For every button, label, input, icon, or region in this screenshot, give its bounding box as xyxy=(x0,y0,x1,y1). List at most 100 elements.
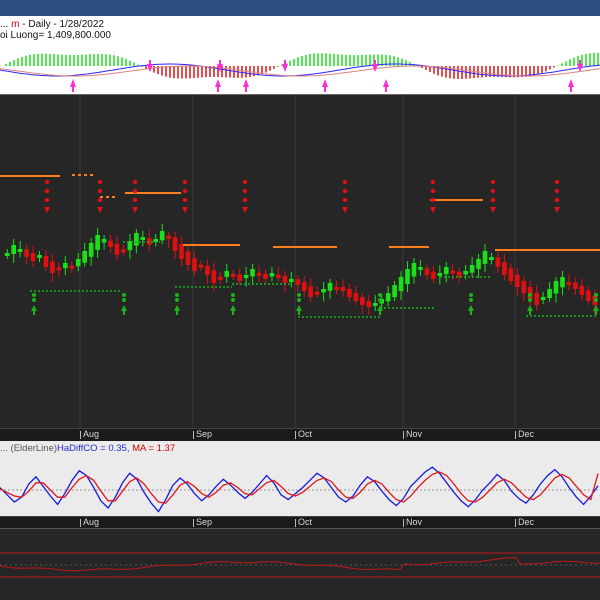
buy-signal-dot xyxy=(378,293,382,297)
candle xyxy=(463,271,468,275)
candle xyxy=(547,289,552,298)
sell-signal-dot xyxy=(342,188,348,194)
month-tick-nov: Nov xyxy=(402,429,423,439)
candle xyxy=(4,253,10,256)
month-tick-aug: Aug xyxy=(79,429,100,439)
buy-signal-dot xyxy=(469,298,473,302)
month-tick-sep: Sep xyxy=(192,517,213,527)
candle xyxy=(560,277,565,288)
oscillator-name: ... (ElderLine) xyxy=(0,443,58,454)
top-up-arrow-stem xyxy=(324,87,326,92)
buy-signal-dot xyxy=(122,293,126,297)
candle xyxy=(489,257,494,260)
candle xyxy=(172,237,178,251)
buy-signal-dot xyxy=(528,298,532,302)
buy-signal-dot xyxy=(469,293,473,297)
chart-window: ... m - Daily - 1/28/2022 oi Luong= 1,40… xyxy=(0,0,600,600)
sell-signal-dot xyxy=(490,197,496,203)
month-tick-dec: Dec xyxy=(514,429,535,439)
candle xyxy=(502,262,507,275)
candle xyxy=(69,265,75,269)
candle xyxy=(24,249,29,257)
candle xyxy=(295,279,301,285)
sell-signal-dot xyxy=(97,179,103,185)
candle xyxy=(217,276,223,280)
sell-signal-dot xyxy=(242,179,248,185)
buy-signal-dot xyxy=(32,293,36,297)
candle xyxy=(521,280,527,293)
buy-signal-dot xyxy=(297,298,301,302)
candle xyxy=(314,291,320,295)
bottom-indicator-line xyxy=(0,557,600,572)
oscillator-legend: ... (ElderLine)HaDiffCO = 0.35, MA = 1.3… xyxy=(0,443,175,454)
top-up-arrow-stem xyxy=(570,87,572,92)
price-chart-svg xyxy=(0,95,600,428)
candle xyxy=(508,268,514,281)
buy-arrow-icon xyxy=(527,305,533,311)
top-up-arrow-icon xyxy=(215,79,221,87)
bottom-indicator-panel xyxy=(0,528,600,600)
candle xyxy=(437,273,443,276)
top-down-arrow-stem xyxy=(579,60,581,65)
candle xyxy=(159,231,165,241)
candle xyxy=(469,265,475,273)
candle xyxy=(185,251,191,265)
candle xyxy=(37,255,42,258)
candle xyxy=(514,274,520,287)
candle xyxy=(366,300,372,307)
candle xyxy=(398,277,404,292)
buy-arrow-icon xyxy=(296,305,302,311)
candle xyxy=(114,243,120,255)
candle xyxy=(30,253,36,261)
sell-signal-dot xyxy=(554,179,560,185)
sell-signal-dot xyxy=(44,197,50,203)
sell-arrow-icon xyxy=(430,207,436,213)
oscillator-series-line xyxy=(0,466,599,513)
candle xyxy=(224,271,230,277)
sell-signal-dot xyxy=(182,179,188,185)
candle xyxy=(101,239,107,243)
sell-signal-dot xyxy=(490,188,496,194)
candle xyxy=(573,282,578,289)
candle xyxy=(82,251,88,263)
candle xyxy=(340,286,346,291)
sell-arrow-icon xyxy=(242,207,248,213)
month-tick-nov: Nov xyxy=(402,517,423,527)
candle xyxy=(334,286,339,290)
candle xyxy=(237,274,242,281)
candle xyxy=(476,259,481,269)
buy-signal-dot xyxy=(231,293,235,297)
buy-signal-dot xyxy=(175,298,179,302)
buy-arrow-icon xyxy=(174,305,180,311)
hadiffco-readout: HaDiffCO = 0.35, xyxy=(57,443,133,454)
candle xyxy=(205,265,210,275)
top-up-arrow-stem xyxy=(217,87,219,92)
sell-signal-dot xyxy=(132,188,138,194)
candle xyxy=(11,245,17,254)
candle xyxy=(353,292,359,301)
candle xyxy=(527,286,533,299)
sell-signal-dot xyxy=(242,188,248,194)
sell-signal-dot xyxy=(430,197,436,203)
candle xyxy=(385,293,391,302)
candle xyxy=(308,286,314,297)
candle xyxy=(321,289,326,293)
sell-signal-dot xyxy=(342,179,348,185)
candle xyxy=(192,258,197,271)
buy-arrow-icon xyxy=(593,305,599,311)
buy-signal-dot xyxy=(122,298,126,302)
candle xyxy=(179,244,184,259)
candle xyxy=(327,283,333,291)
buy-arrow-stem xyxy=(123,311,125,315)
candle xyxy=(140,237,146,240)
sell-signal-dot xyxy=(132,197,138,203)
candle xyxy=(553,281,559,294)
sell-signal-dot xyxy=(554,197,560,203)
top-up-arrow-icon xyxy=(383,79,389,87)
sell-arrow-icon xyxy=(44,207,50,213)
sell-signal-dot xyxy=(182,197,188,203)
candle xyxy=(282,275,288,283)
top-up-arrow-icon xyxy=(322,79,328,87)
candle xyxy=(63,263,68,269)
candle xyxy=(263,273,268,279)
